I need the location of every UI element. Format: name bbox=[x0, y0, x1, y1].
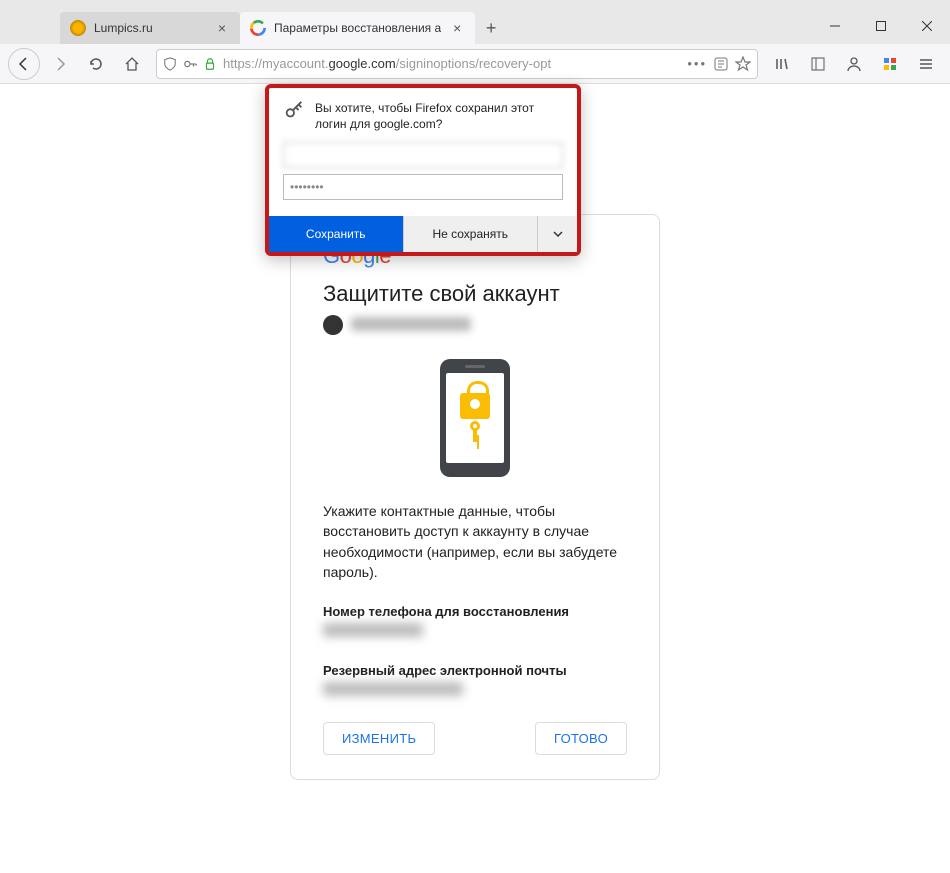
reader-icon[interactable] bbox=[713, 56, 729, 72]
home-button[interactable] bbox=[116, 48, 148, 80]
tab-google-recovery[interactable]: Параметры восстановления а × bbox=[240, 12, 475, 44]
phone-illustration bbox=[323, 359, 627, 477]
close-icon[interactable]: × bbox=[449, 20, 465, 36]
tab-lumpics[interactable]: Lumpics.ru × bbox=[60, 12, 240, 44]
save-button[interactable]: Сохранить bbox=[269, 216, 403, 252]
avatar bbox=[323, 315, 343, 335]
titlebar bbox=[0, 0, 950, 8]
menu-icon[interactable] bbox=[910, 48, 942, 80]
account-email bbox=[351, 317, 471, 334]
forward-button[interactable] bbox=[44, 48, 76, 80]
description-text: Укажите контактные данные, чтобы восстан… bbox=[323, 501, 627, 582]
minimize-button[interactable] bbox=[812, 8, 858, 44]
star-icon[interactable] bbox=[735, 56, 751, 72]
account-row[interactable] bbox=[323, 315, 627, 335]
close-window-button[interactable] bbox=[904, 8, 950, 44]
done-button[interactable]: ГОТОВО bbox=[535, 722, 627, 755]
new-tab-button[interactable]: + bbox=[475, 12, 507, 44]
recovery-card: Google Защитите свой аккаунт Укажите кон… bbox=[290, 214, 660, 780]
url-bar[interactable]: https://myaccount.google.com/signinoptio… bbox=[156, 49, 758, 79]
key-icon bbox=[183, 57, 197, 71]
tab-label: Параметры восстановления а bbox=[274, 21, 441, 35]
window-controls bbox=[812, 8, 950, 44]
account-icon[interactable] bbox=[838, 48, 870, 80]
tab-strip: Lumpics.ru × Параметры восстановления а … bbox=[0, 8, 950, 44]
key-icon bbox=[283, 100, 305, 122]
save-password-prompt: Вы хотите, чтобы Firefox сохранил этот л… bbox=[265, 84, 581, 256]
toolbar: https://myaccount.google.com/signinoptio… bbox=[0, 44, 950, 84]
tab-label: Lumpics.ru bbox=[94, 21, 206, 35]
lock-icon bbox=[460, 393, 490, 419]
more-icon[interactable]: ••• bbox=[687, 56, 707, 71]
back-button[interactable] bbox=[8, 48, 40, 80]
dropdown-button[interactable] bbox=[537, 216, 577, 252]
close-icon[interactable]: × bbox=[214, 20, 230, 36]
library-icon[interactable] bbox=[766, 48, 798, 80]
extension-icon[interactable] bbox=[874, 48, 906, 80]
maximize-button[interactable] bbox=[858, 8, 904, 44]
recovery-phone-value bbox=[323, 623, 627, 641]
page-content: Google Защитите свой аккаунт Укажите кон… bbox=[0, 84, 950, 873]
favicon-lumpics bbox=[70, 20, 86, 36]
page-title: Защитите свой аккаунт bbox=[323, 281, 627, 307]
change-button[interactable]: ИЗМЕНИТЬ bbox=[323, 722, 435, 755]
prompt-text: Вы хотите, чтобы Firefox сохранил этот л… bbox=[315, 100, 563, 132]
dont-save-button[interactable]: Не сохранять bbox=[403, 216, 538, 252]
url-text: https://myaccount.google.com/signinoptio… bbox=[223, 56, 551, 71]
favicon-google bbox=[250, 20, 266, 36]
recovery-email-label: Резервный адрес электронной почты bbox=[323, 663, 627, 678]
password-input[interactable] bbox=[283, 174, 563, 200]
username-input[interactable] bbox=[283, 142, 563, 168]
lock-icon bbox=[203, 57, 217, 71]
recovery-phone-label: Номер телефона для восстановления bbox=[323, 604, 627, 619]
sidebar-icon[interactable] bbox=[802, 48, 834, 80]
shield-icon bbox=[163, 57, 177, 71]
reload-button[interactable] bbox=[80, 48, 112, 80]
key-icon bbox=[470, 421, 480, 443]
recovery-email-value bbox=[323, 682, 627, 700]
